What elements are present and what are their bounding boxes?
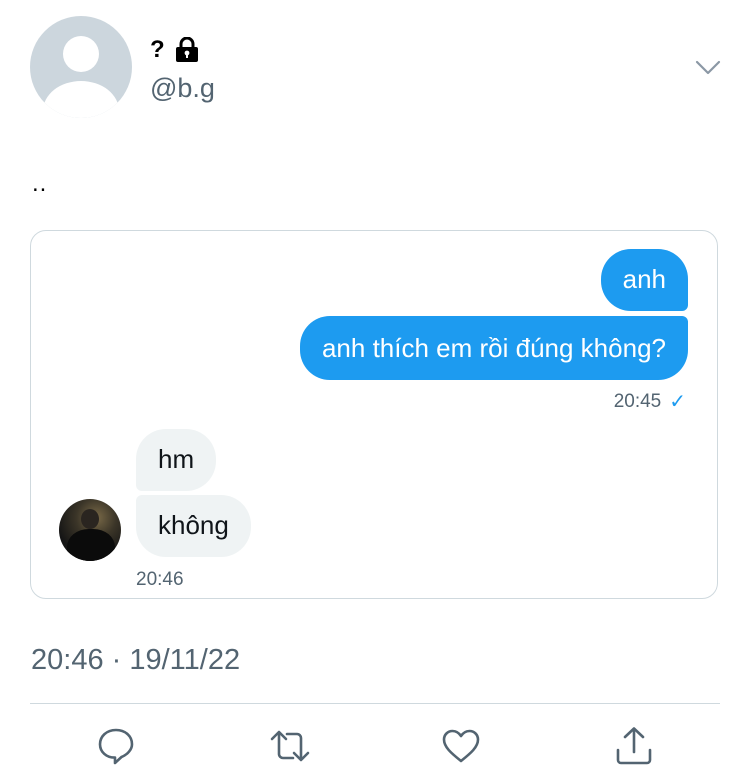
avatar-figure-head [81, 509, 99, 529]
user-handle[interactable]: @b.g [150, 72, 215, 104]
outgoing-message-bubble: anh [600, 249, 688, 311]
tweet-text: .. [32, 170, 48, 197]
avatar-figure-body [67, 529, 115, 561]
reply-icon[interactable] [96, 726, 136, 766]
outgoing-message-time: 20:45 ✓ [614, 389, 686, 414]
outgoing-message-bubble: anh thích em rồi đúng không? [299, 316, 688, 380]
incoming-message-bubble: không [136, 495, 251, 557]
share-icon[interactable] [614, 726, 654, 766]
display-name[interactable]: ? [150, 36, 165, 64]
sender-avatar [59, 499, 121, 561]
divider [30, 703, 720, 704]
incoming-message-time: 20:46 [136, 569, 184, 590]
retweet-icon[interactable] [268, 726, 310, 766]
tweet-timestamp[interactable]: 20:46 · 19/11/22 [31, 644, 240, 677]
chevron-down-icon[interactable] [694, 56, 722, 78]
avatar-head-shape [63, 36, 99, 72]
incoming-message-bubble: hm [136, 429, 217, 491]
profile-avatar[interactable] [30, 16, 132, 118]
lock-icon [173, 37, 201, 63]
like-icon[interactable] [441, 726, 481, 766]
user-name-row: ? [150, 36, 201, 64]
check-icon: ✓ [669, 391, 686, 413]
outgoing-time-label: 20:45 [613, 390, 662, 412]
dm-screenshot-card[interactable]: anh anh thích em rồi đúng không? 20:45 ✓… [30, 230, 718, 599]
avatar-body-shape [43, 81, 119, 118]
